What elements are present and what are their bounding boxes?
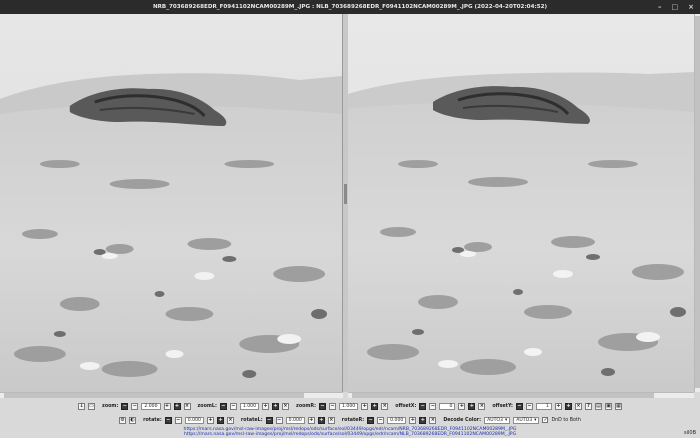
view-icon[interactable]: ▭ [88, 402, 96, 410]
image-urls: https://mars.nasa.gov/msl-raw-images/pro… [0, 427, 700, 438]
decode-color-label: Decode Color: [443, 417, 482, 423]
zoomR-decrease-button[interactable]: − [319, 402, 327, 410]
rotate-decrease-button[interactable]: − [164, 416, 172, 424]
rotate-label: rotate: [143, 417, 162, 423]
left-horizontal-scrollbar-thumb[interactable] [4, 393, 304, 398]
zoomL-small-increase-button[interactable]: + [262, 402, 270, 410]
zoomL-reset-button[interactable]: × [282, 402, 290, 410]
decode-color-right-select[interactable]: AUTO3 ▾ [513, 416, 540, 424]
offsetY-increase-button[interactable]: + [564, 402, 572, 410]
corner-label: sil0B [684, 430, 696, 436]
offsetY-field[interactable]: 1 [535, 402, 552, 410]
offsetX-small-decrease-button[interactable]: − [429, 402, 437, 410]
rotateL-decrease-button[interactable]: − [265, 416, 273, 424]
color-icon[interactable]: ◐ [129, 416, 137, 424]
rotateL-label: rotateL: [240, 417, 263, 423]
offsetX-field[interactable]: 0 [439, 402, 456, 410]
rotateR-increase-button[interactable]: + [419, 416, 427, 424]
zoom-small-increase-button[interactable]: + [163, 402, 171, 410]
left-image-url[interactable]: https://mars.nasa.gov/msl-raw-images/pro… [0, 432, 700, 437]
window-titlebar: NRB_703689268EDR_F0941102NCAM00289M_.JPG… [0, 0, 700, 14]
zoomL-increase-button[interactable]: + [272, 402, 280, 410]
offsetX-label: offsetX: [395, 403, 417, 409]
left-image-panel[interactable] [0, 14, 343, 392]
chevron-down-icon: ▾ [534, 417, 537, 423]
close-icon[interactable]: × [688, 0, 694, 14]
left-horizontal-scrollbar[interactable] [0, 392, 343, 398]
rotateR-field[interactable]: 0.000 [387, 416, 407, 424]
rotate-field[interactable]: 0.000 [184, 416, 204, 424]
left-mars-image [0, 14, 342, 392]
offsetX-reset-button[interactable]: × [478, 402, 486, 410]
rotateR-decrease-button[interactable]: − [367, 416, 375, 424]
vertical-scrollbar-thumb[interactable] [695, 16, 700, 388]
right-mars-image [348, 14, 694, 392]
zoomR-label: zoomR: [296, 403, 317, 409]
download-icon[interactable]: ↓ [78, 402, 86, 410]
vertical-scrollbar[interactable] [694, 14, 700, 392]
right-horizontal-scrollbar-thumb[interactable] [352, 393, 654, 398]
zoom-label: zoom: [102, 403, 119, 409]
rotate-small-increase-button[interactable]: + [206, 416, 214, 424]
offsetY-label: offsetY: [492, 403, 513, 409]
grid-icon[interactable]: ▦ [614, 402, 622, 410]
dnd-both-label: DnD to Both [551, 417, 581, 423]
offsetX-small-increase-button[interactable]: + [458, 402, 466, 410]
offsetY-small-decrease-button[interactable]: − [525, 402, 533, 410]
toolbar-bottom: ⚙ ◐ rotate: − − 0.000 + + × rotateL: − −… [0, 414, 700, 426]
decode-color-right-value: AUTO3 [516, 417, 533, 423]
decode-color-left-value: AUTO3 [487, 417, 503, 423]
zoomL-decrease-button[interactable]: − [219, 402, 227, 410]
right-horizontal-scrollbar[interactable] [348, 392, 694, 398]
offsetX-decrease-button[interactable]: − [419, 402, 427, 410]
offsetY-small-increase-button[interactable]: + [554, 402, 562, 410]
zoomR-field[interactable]: 1.000 [339, 402, 359, 410]
zoomL-label: zoomL: [197, 403, 217, 409]
zoomR-small-decrease-button[interactable]: − [329, 402, 337, 410]
zoomL-small-decrease-button[interactable]: − [229, 402, 237, 410]
offsetX-increase-button[interactable]: + [468, 402, 476, 410]
zoom-reset-button[interactable]: × [183, 402, 191, 410]
rotateL-increase-button[interactable]: + [317, 416, 325, 424]
rotate-small-decrease-button[interactable]: − [174, 416, 182, 424]
rotateR-small-increase-button[interactable]: + [409, 416, 417, 424]
splitter-grip[interactable] [344, 184, 347, 204]
toolbar-top: ↓ ▭ zoom: − − 2.000 + + × zoomL: − − 1.0… [0, 400, 700, 412]
rotateL-small-increase-button[interactable]: + [307, 416, 315, 424]
rotate-increase-button[interactable]: + [216, 416, 224, 424]
rotateL-small-decrease-button[interactable]: − [275, 416, 283, 424]
zoom-small-decrease-button[interactable]: − [131, 402, 139, 410]
window-title: NRB_703689268EDR_F0941102NCAM00289M_.JPG… [152, 4, 548, 10]
zoomL-field[interactable]: 1.000 [239, 402, 260, 410]
dnd-both-checkbox[interactable]: ✓ [542, 417, 549, 423]
rotateL-reset-button[interactable]: × [327, 416, 335, 424]
rotate-reset-button[interactable]: × [226, 416, 234, 424]
chevron-down-icon: ▾ [504, 417, 508, 423]
screenshot-icon[interactable]: ▣ [604, 402, 612, 410]
rotateL-field[interactable]: 0.000 [285, 416, 305, 424]
rotateR-small-decrease-button[interactable]: − [377, 416, 385, 424]
zoomR-increase-button[interactable]: + [371, 402, 379, 410]
zoom-field[interactable]: 2.000 [141, 402, 161, 410]
save-icon[interactable]: ▤ [594, 402, 602, 410]
settings-icon[interactable]: ⚙ [119, 416, 127, 424]
offsetY-reset-button[interactable]: × [574, 402, 582, 410]
help-icon[interactable]: ? [584, 402, 592, 410]
rotateR-reset-button[interactable]: × [429, 416, 437, 424]
minimize-icon[interactable]: – [658, 0, 662, 14]
maximize-icon[interactable]: □ [672, 0, 679, 14]
zoomR-small-increase-button[interactable]: + [361, 402, 369, 410]
offsetY-decrease-button[interactable]: − [515, 402, 523, 410]
zoomR-reset-button[interactable]: × [381, 402, 389, 410]
zoom-decrease-button[interactable]: − [121, 402, 129, 410]
window-controls: – □ × [658, 0, 694, 14]
decode-color-left-select[interactable]: AUTO3 ▾ [484, 416, 511, 424]
rotateR-label: rotateR: [341, 417, 365, 423]
zoom-increase-button[interactable]: + [173, 402, 181, 410]
right-image-panel[interactable] [348, 14, 694, 392]
